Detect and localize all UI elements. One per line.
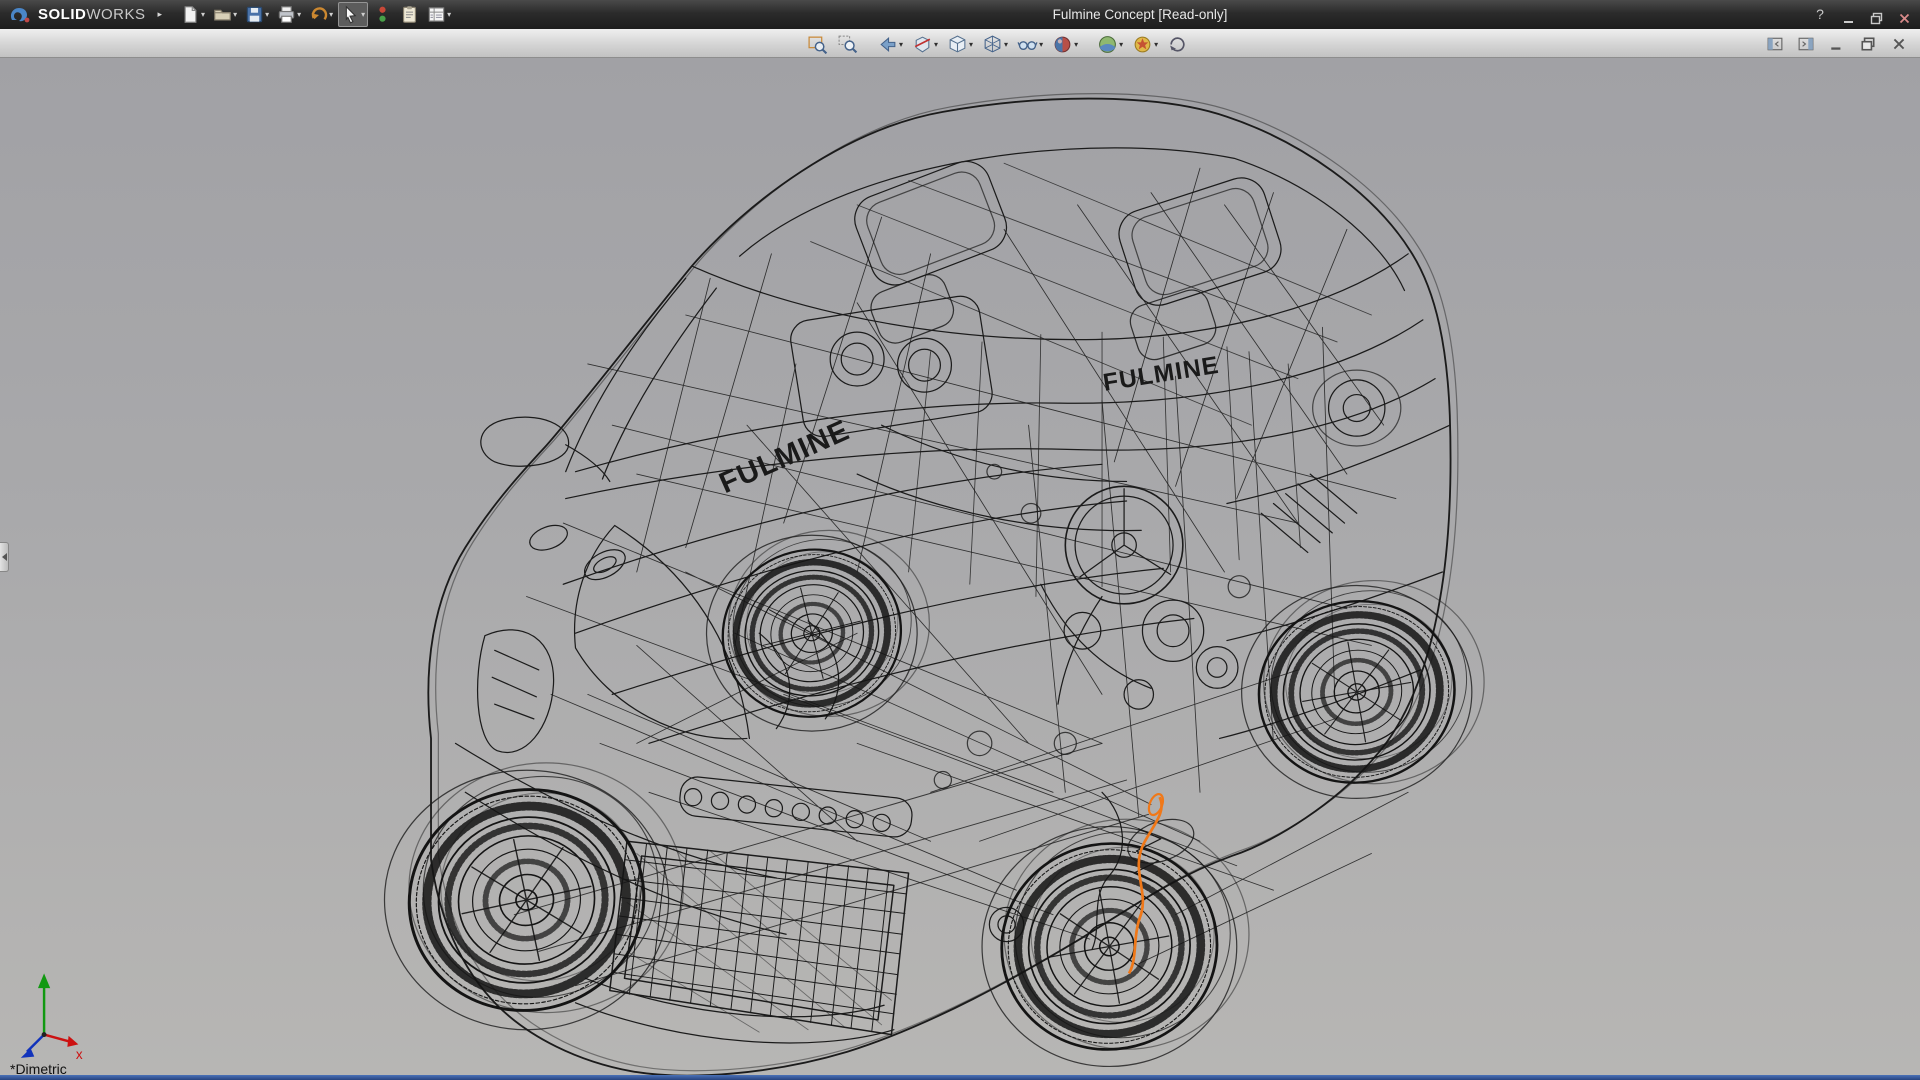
- show-task-pane-button[interactable]: [1795, 33, 1817, 55]
- rear-left-wheel[interactable]: [703, 521, 931, 736]
- restore-document-button[interactable]: [1857, 33, 1879, 55]
- help-button[interactable]: ?: [1812, 0, 1828, 29]
- dropdown-caret-icon[interactable]: ▾: [1154, 40, 1158, 49]
- save-icon: [245, 5, 264, 24]
- dropdown-caret-icon[interactable]: ▾: [233, 10, 237, 19]
- close-icon: [1898, 12, 1911, 25]
- titlebar: SOLIDWORKS ▸ ▾ ▾ ▾ ▾ ▾ ▾ ▾ Fulmine Concept [Re…: [0, 0, 1920, 29]
- undo-icon: [309, 5, 328, 24]
- select-button[interactable]: ▾: [338, 2, 368, 27]
- view-settings-icon: [1132, 34, 1153, 55]
- restore-document-icon: [1860, 36, 1876, 52]
- display-style-icon: [982, 34, 1003, 55]
- rotate-view-icon: [1167, 34, 1188, 55]
- dropdown-caret-icon[interactable]: ▾: [1004, 40, 1008, 49]
- restore-icon: [1870, 12, 1883, 25]
- orientation-triad-icon[interactable]: x: [21, 973, 83, 1062]
- zoom-to-fit-icon: [807, 34, 828, 55]
- view-orientation-icon: [947, 34, 968, 55]
- zoom-to-area-button[interactable]: [834, 31, 861, 58]
- wireframe-car-model[interactable]: FULMINE FULMINE: [384, 94, 1484, 1075]
- close-document-icon: [1891, 36, 1907, 52]
- feature-pane-collapse-tab[interactable]: [0, 542, 9, 572]
- file-properties-button[interactable]: [397, 2, 422, 27]
- minimize-icon: [1842, 12, 1855, 25]
- edit-appearance-button[interactable]: ▾: [1049, 31, 1081, 58]
- dropdown-caret-icon[interactable]: ▾: [201, 10, 205, 19]
- section-view-button[interactable]: ▾: [909, 31, 941, 58]
- dropdown-caret-icon[interactable]: ▾: [899, 40, 903, 49]
- triad-x-label: x: [76, 1047, 83, 1062]
- dropdown-caret-icon[interactable]: ▾: [447, 10, 451, 19]
- previous-view-button[interactable]: ▾: [874, 31, 906, 58]
- print-icon: [277, 5, 296, 24]
- collapse-feature-pane-button[interactable]: [1764, 33, 1786, 55]
- minimize-button[interactable]: [1840, 4, 1856, 25]
- dropdown-caret-icon[interactable]: ▾: [934, 40, 938, 49]
- close-button[interactable]: [1896, 4, 1912, 25]
- minimize-document-button[interactable]: [1826, 33, 1848, 55]
- dropdown-caret-icon[interactable]: ▾: [265, 10, 269, 19]
- display-style-button[interactable]: ▾: [979, 31, 1011, 58]
- minimize-document-icon: [1829, 36, 1845, 52]
- zoom-to-area-icon: [837, 34, 858, 55]
- print-button[interactable]: ▾: [274, 2, 304, 27]
- zoom-to-fit-button[interactable]: [804, 31, 831, 58]
- dropdown-caret-icon[interactable]: ▾: [329, 10, 333, 19]
- view-toolbar: ▾ ▾ ▾ ▾ ▾ ▾ ▾ ▾: [804, 31, 1191, 58]
- dropdown-caret-icon[interactable]: ▾: [297, 10, 301, 19]
- show-task-pane-icon: [1798, 36, 1814, 52]
- window-controls: ?: [1812, 0, 1912, 29]
- new-document-icon: [181, 5, 200, 24]
- decal-text-sill: FULMINE: [714, 413, 854, 500]
- toolbar-flyout-arrow-icon[interactable]: ▸: [158, 9, 163, 20]
- apply-scene-icon: [1097, 34, 1118, 55]
- view-orientation-button[interactable]: ▾: [944, 31, 976, 58]
- open-button[interactable]: ▾: [210, 2, 240, 27]
- view-settings-button[interactable]: ▾: [1129, 31, 1161, 58]
- open-icon: [213, 5, 232, 24]
- graphics-viewport[interactable]: FULMINE FULMINE: [0, 58, 1920, 1075]
- dropdown-caret-icon[interactable]: ▾: [969, 40, 973, 49]
- collapse-feature-pane-icon: [1767, 36, 1783, 52]
- collapse-arrow-icon: [2, 553, 7, 561]
- rear-right-wheel[interactable]: [1243, 575, 1482, 798]
- dropdown-caret-icon[interactable]: ▾: [1039, 40, 1043, 49]
- apply-scene-button[interactable]: ▾: [1094, 31, 1126, 58]
- previous-view-icon: [877, 34, 898, 55]
- options-button[interactable]: ▾: [424, 2, 454, 27]
- view-orientation-label: *Dimetric: [10, 1061, 67, 1075]
- dropdown-caret-icon[interactable]: ▾: [361, 10, 365, 19]
- save-button[interactable]: ▾: [242, 2, 272, 27]
- undo-button[interactable]: ▾: [306, 2, 336, 27]
- heads-up-view-bar: ▾ ▾ ▾ ▾ ▾ ▾ ▾ ▾: [0, 29, 1920, 58]
- restore-button[interactable]: [1868, 4, 1884, 25]
- hide-show-items-icon: [1017, 34, 1038, 55]
- file-properties-icon: [400, 5, 419, 24]
- hide-show-items-button[interactable]: ▾: [1014, 31, 1046, 58]
- standard-toolbar: ▾ ▾ ▾ ▾ ▾ ▾ ▾: [178, 2, 454, 27]
- solidworks-brand: SOLIDWORKS: [0, 5, 154, 25]
- brand-wordmark: SOLIDWORKS: [38, 6, 146, 23]
- selection-filter-button[interactable]: [370, 2, 395, 27]
- dropdown-caret-icon[interactable]: ▾: [1119, 40, 1123, 49]
- model-canvas[interactable]: FULMINE FULMINE: [0, 58, 1920, 1075]
- document-window-controls: [1764, 33, 1910, 55]
- options-icon: [427, 5, 446, 24]
- section-view-icon: [912, 34, 933, 55]
- edit-appearance-icon: [1052, 34, 1073, 55]
- dropdown-caret-icon[interactable]: ▾: [1074, 40, 1078, 49]
- close-document-button[interactable]: [1888, 33, 1910, 55]
- taskbar-edge[interactable]: [0, 1075, 1920, 1080]
- rotate-view-button[interactable]: [1164, 31, 1191, 58]
- front-right-wheel[interactable]: [984, 815, 1248, 1067]
- new-document-button[interactable]: ▾: [178, 2, 208, 27]
- 3ds-logo-icon: [8, 5, 32, 25]
- selection-filter-icon: [373, 5, 392, 24]
- select-icon: [341, 5, 360, 24]
- document-title: Fulmine Concept [Read-only]: [990, 7, 1290, 22]
